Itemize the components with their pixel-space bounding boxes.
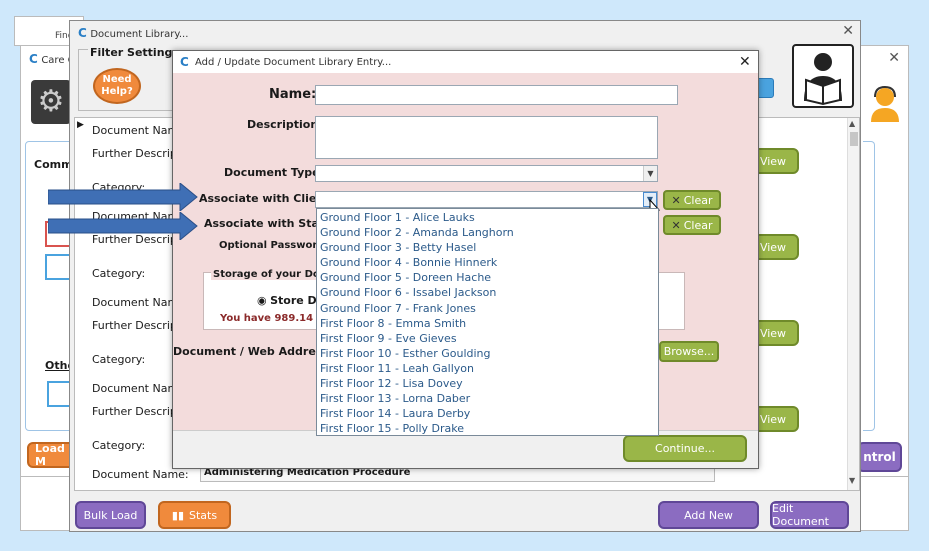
browse-button[interactable]: Browse... — [659, 341, 719, 362]
client-option[interactable]: First Floor 12 - Lisa Dovey — [317, 376, 658, 391]
scroll-up-icon[interactable]: ▲ — [849, 119, 855, 128]
add-new-button[interactable]: Add New — [658, 501, 759, 529]
close-icon[interactable]: ✕ — [888, 50, 900, 66]
password-label: Optional Password: — [219, 240, 329, 251]
name-label: Name: — [269, 87, 317, 102]
arrow-to-staff-icon — [47, 210, 198, 243]
staff-label: Associate with Staff: — [204, 217, 333, 230]
library-title: Document Library... — [90, 29, 189, 40]
entry-category-label: Category: — [92, 267, 146, 280]
care-title-bar: C Care C — [29, 52, 75, 66]
care-logo-icon: C — [29, 52, 38, 66]
entry-category-label: Category: — [92, 353, 146, 366]
dialog-title: Add / Update Document Library Entry... — [195, 57, 392, 68]
dialog-title-bar: C Add / Update Document Library Entry...… — [173, 51, 758, 73]
client-option[interactable]: Ground Floor 7 - Frank Jones — [317, 301, 658, 316]
filter-settings-title: Filter Settings — [88, 46, 181, 59]
dialog-logo-icon: C — [180, 55, 189, 69]
settings-gear-icon[interactable]: ⚙ — [31, 80, 71, 124]
library-close-icon[interactable]: ✕ — [842, 23, 854, 39]
client-label: Associate with Client: — [199, 192, 334, 205]
stats-button[interactable]: ▮▮ Stats — [158, 501, 231, 529]
chevron-down-icon[interactable]: ▼ — [643, 166, 657, 181]
client-option[interactable]: First Floor 10 - Esther Goulding — [317, 346, 658, 361]
library-title-bar: C Document Library... — [78, 26, 188, 40]
name-input[interactable] — [315, 85, 678, 105]
client-option[interactable]: Ground Floor 2 - Amanda Langhorn — [317, 225, 658, 240]
stats-label: Stats — [189, 508, 218, 522]
client-option[interactable]: Ground Floor 5 - Doreen Hache — [317, 270, 658, 285]
client-option[interactable]: Ground Floor 3 - Betty Hasel — [317, 240, 658, 255]
reading-person-icon — [792, 44, 854, 108]
list-scrollbar[interactable]: ▲ ▼ — [847, 118, 859, 490]
right-panel-frame — [863, 141, 875, 431]
scroll-down-icon[interactable]: ▼ — [849, 476, 855, 485]
dialog-close-icon[interactable]: ✕ — [739, 54, 751, 70]
edit-document-button[interactable]: Edit Document — [770, 501, 849, 529]
clear-label: Clear — [683, 193, 713, 207]
clear-staff-button[interactable]: ✕ Clear — [663, 215, 721, 235]
clear-label: Clear — [683, 218, 713, 232]
add-update-dialog: C Add / Update Document Library Entry...… — [172, 50, 759, 469]
client-select[interactable]: ▼ — [315, 191, 658, 208]
scroll-thumb[interactable] — [850, 132, 858, 146]
client-option[interactable]: First Floor 15 - Polly Drake — [317, 421, 658, 435]
client-option[interactable]: Ground Floor 6 - Issabel Jackson — [317, 285, 658, 300]
client-option[interactable]: First Floor 9 - Eve Gieves — [317, 331, 658, 346]
last-entry-name-label: Document Name: — [92, 468, 189, 481]
bulk-load-button[interactable]: Bulk Load — [75, 501, 146, 529]
address-label: Document / Web Address: — [173, 345, 334, 358]
library-logo-icon: C — [78, 26, 87, 40]
description-label: Description: — [247, 118, 323, 131]
arrow-to-client-icon — [47, 181, 198, 214]
need-help-button[interactable]: Need Help? — [93, 68, 141, 104]
close-icon: ✕ — [671, 218, 681, 232]
client-option[interactable]: Ground Floor 1 - Alice Lauks — [317, 210, 658, 225]
close-icon: ✕ — [671, 193, 681, 207]
client-option[interactable]: Ground Floor 4 - Bonnie Hinnerk — [317, 255, 658, 270]
need-help-label: Need Help? — [101, 74, 133, 97]
client-option[interactable]: First Floor 14 - Laura Derby — [317, 406, 658, 421]
radio-selected-icon: ◉ — [257, 294, 267, 307]
client-option[interactable]: First Floor 11 - Leah Gallyon — [317, 361, 658, 376]
continue-button[interactable]: Continue... — [623, 435, 747, 462]
clear-client-button[interactable]: ✕ Clear — [663, 190, 721, 210]
client-option[interactable]: First Floor 8 - Emma Smith — [317, 316, 658, 331]
client-option[interactable]: First Floor 13 - Lorna Daber — [317, 391, 658, 406]
entry-category-label: Category: — [92, 439, 146, 452]
client-dropdown-list[interactable]: Ground Floor 1 - Alice Lauks Ground Floo… — [316, 208, 659, 436]
support-avatar-icon[interactable] — [869, 84, 901, 122]
document-type-select[interactable]: ▼ — [315, 165, 658, 182]
stats-chart-icon: ▮▮ — [171, 508, 184, 522]
description-textarea[interactable] — [315, 116, 658, 159]
control-button[interactable]: ntrol — [857, 442, 902, 472]
document-type-label: Document Type: — [224, 166, 324, 179]
